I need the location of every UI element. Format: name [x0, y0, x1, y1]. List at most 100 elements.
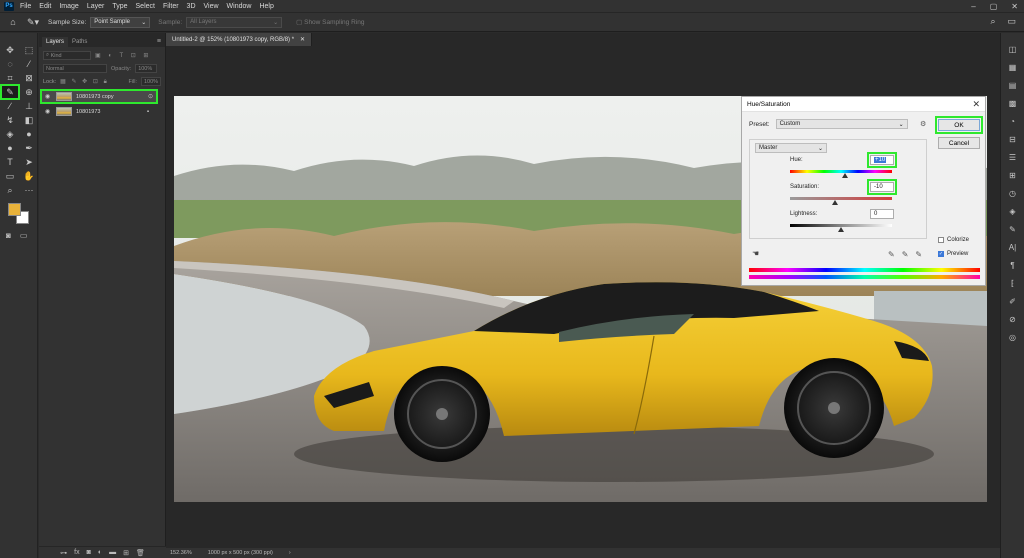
zoom-tool-icon[interactable]: ⌕ — [1, 183, 19, 197]
history-brush-tool-icon[interactable]: ↯ — [1, 113, 19, 127]
glyphs-panel-icon[interactable]: ⁅ — [1006, 277, 1020, 289]
channels-panel-icon[interactable]: ◈ — [1006, 205, 1020, 217]
swatches-panel-icon[interactable]: ▦ — [1006, 61, 1020, 73]
saturation-slider-thumb[interactable] — [832, 200, 838, 205]
menu-filter[interactable]: Filter — [163, 3, 179, 10]
screen-mode-icon[interactable]: ▭ — [20, 231, 28, 240]
dodge-tool-icon[interactable]: ● — [1, 141, 19, 155]
lightness-slider-thumb[interactable] — [838, 227, 844, 232]
pen-tool-icon[interactable]: ✒ — [20, 141, 38, 155]
spot-healing-tool-icon[interactable]: ⊕ — [20, 85, 38, 99]
layer-row-copy[interactable]: ◉ 10801973 copy ⊙ — [40, 89, 158, 104]
brushes-panel-icon[interactable]: ✎ — [1006, 223, 1020, 235]
document-tab[interactable]: Untitled-2 @ 152% (10801973 copy, RGB/8)… — [166, 33, 313, 46]
eyedropper-preset-icon[interactable]: ✎▾ — [26, 15, 40, 29]
opacity-input[interactable]: 100% — [135, 64, 158, 73]
hue-slider-thumb[interactable] — [842, 173, 848, 178]
search-icon[interactable]: ⌕ — [990, 16, 995, 27]
libraries-panel-icon[interactable]: ⊟ — [1006, 133, 1020, 145]
close-icon[interactable]: ✕ — [1011, 2, 1018, 11]
hue-slider-track[interactable] — [790, 170, 892, 173]
colorize-checkbox[interactable]: Colorize — [938, 237, 969, 243]
menu-view[interactable]: View — [204, 3, 219, 10]
cancel-button[interactable]: Cancel — [938, 137, 980, 149]
folder-icon[interactable]: ▬ — [109, 549, 116, 556]
menu-select[interactable]: Select — [136, 3, 155, 10]
new-layer-icon[interactable]: ⊞ — [123, 549, 129, 557]
quick-select-tool-icon[interactable]: ⁄ — [20, 57, 38, 71]
properties-panel-icon[interactable]: ⊞ — [1006, 169, 1020, 181]
menu-3d[interactable]: 3D — [187, 3, 196, 10]
visibility-eye-icon[interactable]: ◉ — [45, 108, 52, 115]
brush-tool-icon[interactable]: ∕ — [1, 99, 19, 113]
sample-select[interactable]: All Layers ⌄ — [186, 16, 283, 28]
tab-layers[interactable]: Layers — [42, 37, 69, 47]
navigator-panel-icon[interactable]: ◎ — [1006, 331, 1020, 343]
zoom-level[interactable]: 152.36% — [170, 550, 192, 556]
mask-icon[interactable]: ◙ — [87, 549, 91, 556]
menu-file[interactable]: File — [20, 3, 31, 10]
channel-select[interactable]: Master ⌄ — [755, 143, 827, 153]
menu-type[interactable]: Type — [112, 3, 127, 10]
learn-panel-icon[interactable]: ◔ — [1006, 115, 1020, 127]
preset-select[interactable]: Custom ⌄ — [775, 119, 908, 129]
eyedropper-plus-icon[interactable]: ✎ — [902, 250, 909, 259]
trash-icon[interactable]: 🗑︎ — [136, 549, 145, 557]
paragraph-panel-icon[interactable]: ¶ — [1006, 259, 1020, 271]
info-panel-icon[interactable]: ⊘ — [1006, 313, 1020, 325]
layer-row-original[interactable]: ◉ 10801973 ▪ — [41, 105, 157, 118]
type-tool-icon[interactable]: T — [1, 155, 19, 169]
tool-presets-icon[interactable]: ✐ — [1006, 295, 1020, 307]
menu-help[interactable]: Help — [259, 3, 273, 10]
sample-size-select[interactable]: Point Sample ⌄ — [90, 16, 151, 28]
gear-icon[interactable]: ⚙ — [920, 120, 926, 128]
path-select-tool-icon[interactable]: ➤ — [20, 155, 38, 169]
adjustment-icon[interactable]: ◐ — [98, 549, 102, 556]
adjustments-panel-icon[interactable]: ☰ — [1006, 151, 1020, 163]
more-tools-icon[interactable]: ··· — [20, 183, 38, 197]
tab-paths[interactable]: Paths — [68, 37, 91, 47]
eyedropper-minus-icon[interactable]: ✎ — [915, 250, 922, 259]
chevron-right-icon[interactable]: › — [289, 550, 291, 556]
marquee-tool-icon[interactable]: ⬚ — [20, 43, 38, 57]
lightness-input[interactable]: 0 — [870, 209, 894, 219]
rectangle-tool-icon[interactable]: ▭ — [1, 169, 19, 183]
blend-mode-select[interactable]: Normal — [43, 64, 107, 73]
foreground-color-swatch[interactable] — [8, 203, 21, 216]
gradient-panel-icon[interactable]: ▤ — [1006, 79, 1020, 91]
filter-icons[interactable]: ▣ ◐ T ⊡ ⊞ — [95, 52, 151, 59]
eyedropper-tool-icon[interactable]: ✎ — [0, 84, 20, 100]
lock-icons[interactable]: ▦ ✎ ✥ ⊡ 🔒︎ — [60, 78, 109, 86]
hue-input[interactable]: +10 — [867, 152, 897, 168]
saturation-slider-track[interactable] — [790, 197, 892, 200]
ok-button[interactable]: OK — [935, 116, 983, 134]
fill-input[interactable]: 100% — [141, 77, 161, 86]
maximize-icon[interactable]: ▢ — [990, 2, 998, 11]
eraser-tool-icon[interactable]: ◧ — [20, 113, 38, 127]
lasso-tool-icon[interactable]: ◌ — [1, 57, 19, 71]
link-icon[interactable]: ⊶ — [60, 549, 67, 557]
close-tab-icon[interactable]: ✕ — [300, 36, 305, 43]
menu-layer[interactable]: Layer — [87, 3, 105, 10]
panel-menu-icon[interactable]: ≡ — [157, 38, 161, 47]
color-panel-icon[interactable]: ◫ — [1006, 43, 1020, 55]
preview-checkbox[interactable]: ✓ Preview — [938, 251, 968, 257]
patterns-panel-icon[interactable]: ▩ — [1006, 97, 1020, 109]
stamp-tool-icon[interactable]: ⊥ — [20, 99, 38, 113]
quick-mask-icon[interactable]: ◙ — [6, 231, 11, 240]
menu-window[interactable]: Window — [227, 3, 252, 10]
blur-tool-icon[interactable]: ● — [20, 127, 38, 141]
fx-icon[interactable]: fx — [74, 549, 79, 556]
minimize-icon[interactable]: – — [971, 2, 975, 11]
saturation-input[interactable]: -10 — [867, 179, 897, 195]
workspace-icon[interactable]: ▭ — [1007, 16, 1016, 27]
sampling-ring-checkbox[interactable]: ▢ Show Sampling Ring — [296, 18, 364, 26]
hand-tool-icon[interactable]: ✋ — [20, 169, 38, 183]
frame-tool-icon[interactable]: ⊠ — [20, 71, 38, 85]
character-panel-icon[interactable]: A| — [1006, 241, 1020, 253]
crop-tool-icon[interactable]: ⌗ — [1, 71, 19, 85]
paint-bucket-tool-icon[interactable]: ◈ — [1, 127, 19, 141]
menu-image[interactable]: Image — [59, 3, 78, 10]
hand-adjust-icon[interactable]: ☚ — [752, 249, 759, 258]
menu-edit[interactable]: Edit — [39, 3, 51, 10]
